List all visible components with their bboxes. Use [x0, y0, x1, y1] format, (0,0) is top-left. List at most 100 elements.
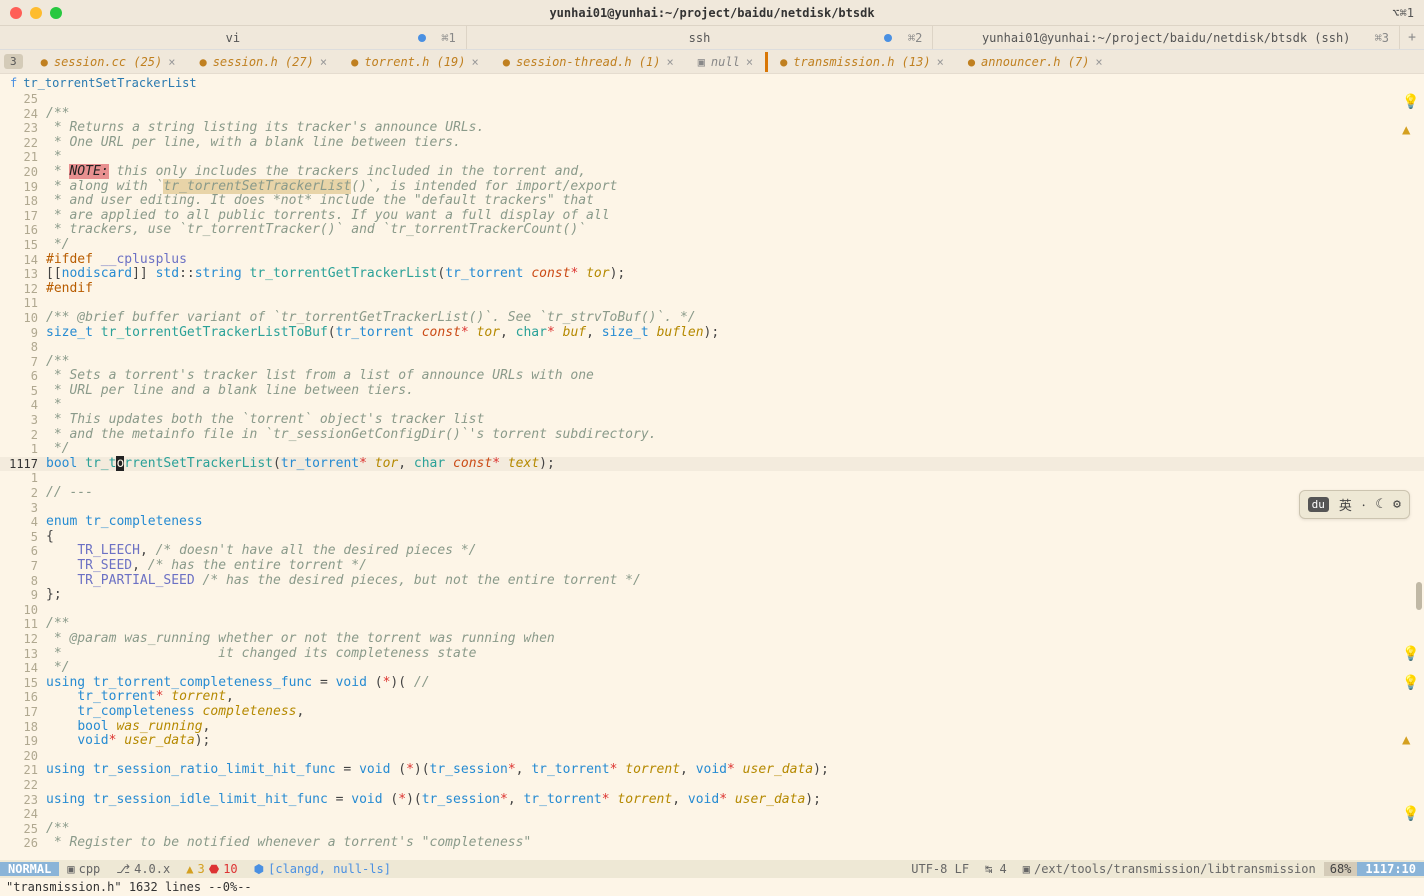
code-line[interactable]: 2// --- [0, 486, 1424, 501]
code-line[interactable]: 21 * [0, 150, 1424, 165]
close-icon[interactable]: × [937, 55, 944, 69]
buffer-tab[interactable]: ●torrent.h (19)× [339, 52, 491, 72]
code-line[interactable]: 9size_t tr_torrentGetTrackerListToBuf(tr… [0, 326, 1424, 341]
code-line[interactable]: 1 */ [0, 442, 1424, 457]
code-line[interactable]: 5 * URL per line and a blank line betwee… [0, 384, 1424, 399]
code-line[interactable]: 19 * along with `tr_torrentSetTrackerLis… [0, 180, 1424, 195]
code-line[interactable]: 12#endif [0, 282, 1424, 297]
code-line[interactable]: 7 TR_SEED, /* has the entire torrent */ [0, 559, 1424, 574]
code-line[interactable]: 16 tr_torrent* torrent, [0, 690, 1424, 705]
code-line[interactable]: 3 [0, 501, 1424, 516]
code-line[interactable]: 18 bool was_running, [0, 720, 1424, 735]
code-line[interactable]: 5{ [0, 530, 1424, 545]
code-line[interactable]: 25/** [0, 822, 1424, 837]
ime-badge[interactable]: du [1308, 497, 1329, 512]
buffer-name: session.h (27) [213, 55, 314, 69]
code-line[interactable]: 12 * @param was_running whether or not t… [0, 632, 1424, 647]
line-number: 22 [0, 136, 46, 151]
line-number: 1 [0, 471, 46, 486]
new-tab-button[interactable]: + [1400, 26, 1424, 49]
modified-dot: ● [351, 55, 358, 69]
code-line[interactable]: 22 * One URL per line, with a blank line… [0, 136, 1424, 151]
command-line[interactable]: "transmission.h" 1632 lines --0%-- [0, 878, 1424, 896]
code-line[interactable]: 9}; [0, 588, 1424, 603]
code-editor[interactable]: 💡 ▲ 💡 💡 ▲ 💡 du 英 ⸱ ☾ ⚙ 2524/**23 * Retur… [0, 92, 1424, 860]
code-line[interactable]: 8 TR_PARTIAL_SEED /* has the desired pie… [0, 574, 1424, 589]
code-content: enum tr_completeness [46, 515, 1424, 530]
moon-icon[interactable]: ☾ [1375, 497, 1383, 512]
code-line[interactable]: 18 * and user editing. It does *not* inc… [0, 194, 1424, 209]
code-line[interactable]: 26 * Register to be notified whenever a … [0, 836, 1424, 851]
code-line[interactable]: 21using tr_session_ratio_limit_hit_func … [0, 763, 1424, 778]
code-line[interactable]: 11/** [0, 617, 1424, 632]
buffer-tab[interactable]: ●transmission.h (13)× [765, 52, 956, 72]
terminal-tab-ssh2[interactable]: yunhai01@yunhai:~/project/baidu/netdisk/… [933, 26, 1400, 49]
ime-panel[interactable]: du 英 ⸱ ☾ ⚙ [1299, 490, 1410, 519]
code-line[interactable]: 7/** [0, 355, 1424, 370]
code-line[interactable]: 23using tr_session_idle_limit_hit_func =… [0, 793, 1424, 808]
scrollbar-thumb[interactable] [1416, 582, 1422, 610]
line-number: 21 [0, 150, 46, 165]
code-line[interactable]: 8 [0, 340, 1424, 355]
code-line[interactable]: 1 [0, 471, 1424, 486]
code-line[interactable]: 15using tr_torrent_completeness_func = v… [0, 676, 1424, 691]
code-line[interactable]: 6 TR_LEECH, /* doesn't have all the desi… [0, 544, 1424, 559]
code-line[interactable]: 19 void* user_data); [0, 734, 1424, 749]
code-line[interactable]: 24 [0, 807, 1424, 822]
code-line[interactable]: 4 * [0, 398, 1424, 413]
line-number: 3 [0, 413, 46, 428]
code-line[interactable]: 14 */ [0, 661, 1424, 676]
buffer-tab[interactable]: ●session.h (27)× [187, 52, 339, 72]
code-line[interactable]: 17 * are applied to all public torrents.… [0, 209, 1424, 224]
terminal-tab-ssh[interactable]: ssh ⌘2 [467, 26, 934, 49]
code-content: /** [46, 355, 1424, 370]
indent: ↹ 4 [977, 862, 1015, 876]
code-line[interactable]: 10/** @brief buffer variant of `tr_torre… [0, 311, 1424, 326]
cursor-position: 1117:10 [1357, 862, 1424, 876]
code-line[interactable]: 13 * it changed its completeness state [0, 647, 1424, 662]
code-line[interactable]: 16 * trackers, use `tr_torrentTracker()`… [0, 223, 1424, 238]
diagnostics[interactable]: ▲3 ⬣10 [178, 862, 245, 876]
code-content: }; [46, 588, 1424, 603]
gear-icon[interactable]: ⚙ [1393, 497, 1401, 512]
buffer-tab[interactable]: ●announcer.h (7)× [956, 52, 1115, 72]
buffer-tab[interactable]: ▣null× [686, 52, 765, 72]
code-line[interactable]: 17 tr_completeness completeness, [0, 705, 1424, 720]
code-line[interactable]: 23 * Returns a string listing its tracke… [0, 121, 1424, 136]
close-icon[interactable]: × [320, 55, 327, 69]
code-line[interactable]: 14#ifdef __cplusplus [0, 253, 1424, 268]
code-line[interactable]: 11 [0, 296, 1424, 311]
code-line[interactable]: 10 [0, 603, 1424, 618]
line-number: 4 [0, 515, 46, 530]
code-line[interactable]: 3 * This updates both the `torrent` obje… [0, 413, 1424, 428]
code-line[interactable]: 1117bool tr_torrentSetTrackerList(tr_tor… [0, 457, 1424, 472]
code-content: * URL per line and a blank line between … [46, 384, 1424, 399]
line-number: 16 [0, 223, 46, 238]
statusline: NORMAL ▣ cpp ⎇ 4.0.x ▲3 ⬣10 ⬢ [clangd, n… [0, 860, 1424, 878]
close-window[interactable] [10, 7, 22, 19]
terminal-tab-vi[interactable]: vi ⌘1 [0, 26, 467, 49]
ime-lang[interactable]: 英 [1339, 495, 1352, 514]
code-line[interactable]: 4enum tr_completeness [0, 515, 1424, 530]
code-line[interactable]: 13[[nodiscard]] std::string tr_torrentGe… [0, 267, 1424, 282]
scrollbar[interactable] [1414, 92, 1424, 860]
code-line[interactable]: 2 * and the metainfo file in `tr_session… [0, 428, 1424, 443]
code-line[interactable]: 20 [0, 749, 1424, 764]
minimize-window[interactable] [30, 7, 42, 19]
code-line[interactable]: 24/** [0, 107, 1424, 122]
code-line[interactable]: 15 */ [0, 238, 1424, 253]
code-line[interactable]: 25 [0, 92, 1424, 107]
buffer-tab[interactable]: ●session-thread.h (1)× [491, 52, 686, 72]
close-icon[interactable]: × [168, 55, 175, 69]
code-line[interactable]: 6 * Sets a torrent's tracker list from a… [0, 369, 1424, 384]
maximize-window[interactable] [50, 7, 62, 19]
buffer-tab[interactable]: ●session.cc (25)× [29, 52, 188, 72]
close-icon[interactable]: × [746, 55, 753, 69]
close-icon[interactable]: × [666, 55, 673, 69]
close-icon[interactable]: × [1095, 55, 1102, 69]
code-line[interactable]: 20 * NOTE: this only includes the tracke… [0, 165, 1424, 180]
close-icon[interactable]: × [471, 55, 478, 69]
line-number: 25 [0, 92, 46, 107]
code-line[interactable]: 22 [0, 778, 1424, 793]
tab-label: vi [226, 31, 240, 45]
